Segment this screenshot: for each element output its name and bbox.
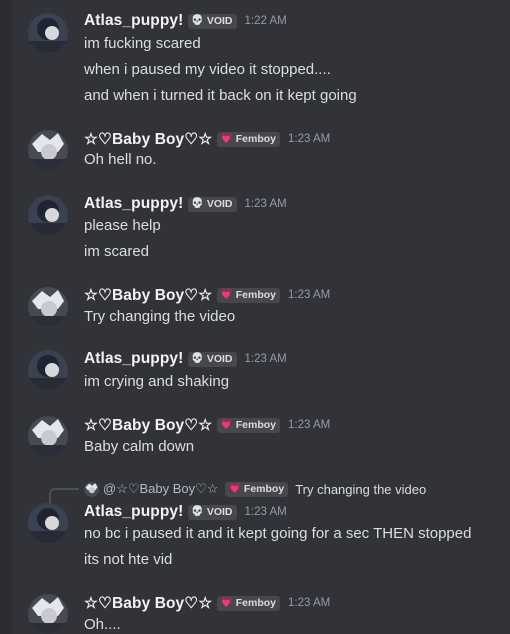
role-tag-label: VOID [206, 353, 233, 365]
message-list: Atlas_puppy! 💀 VOID 1:22 AM im fucking sc… [12, 0, 510, 634]
username[interactable]: Atlas_puppy! [84, 503, 183, 521]
avatar-atlas[interactable] [28, 13, 68, 53]
message-text: Oh.... [84, 616, 121, 633]
avatar-baby[interactable] [28, 416, 68, 456]
role-tag: 💀 VOID [188, 351, 237, 367]
role-tag: 💗 Femboy [217, 417, 280, 433]
message-text: im crying and shaking [84, 373, 230, 390]
avatar-atlas[interactable] [28, 350, 68, 390]
timestamp[interactable]: 1:22 AM [245, 15, 287, 27]
timestamp[interactable]: 1:23 AM [288, 419, 330, 431]
username[interactable]: Atlas_puppy! [84, 350, 183, 368]
reply-spine [49, 488, 79, 504]
role-tag-label: Femboy [235, 597, 276, 609]
channel-sidebar-edge [0, 0, 12, 634]
username[interactable]: Atlas_puppy! [84, 195, 183, 213]
reply-preview[interactable]: @☆♡Baby Boy♡☆ 💗 Femboy Try changing the v… [84, 480, 426, 498]
role-tag-label: Femboy [235, 419, 276, 431]
reply-avatar [84, 481, 99, 497]
timestamp[interactable]: 1:23 AM [288, 289, 330, 301]
role-tag: 💗 Femboy [217, 595, 280, 611]
username[interactable]: ☆♡Baby Boy♡☆ [84, 416, 212, 435]
skull-icon: 💀 [191, 198, 204, 209]
avatar-baby[interactable] [28, 130, 68, 170]
message-text: im fucking scared [84, 35, 201, 52]
skull-icon: 💀 [191, 15, 204, 26]
timestamp[interactable]: 1:23 AM [288, 133, 330, 145]
message-text: Try changing the video [84, 308, 236, 325]
timestamp[interactable]: 1:23 AM [288, 597, 330, 609]
role-tag-label: VOID [206, 506, 233, 518]
message-text: its not hte vid [84, 551, 173, 568]
role-tag: 💀 VOID [188, 196, 237, 212]
avatar-atlas[interactable] [28, 503, 68, 543]
timestamp[interactable]: 1:23 AM [245, 198, 287, 210]
username[interactable]: ☆♡Baby Boy♡☆ [84, 130, 212, 149]
timestamp[interactable]: 1:23 AM [245, 506, 287, 518]
avatar-baby[interactable] [28, 594, 68, 634]
heart-icon: 💗 [220, 597, 233, 608]
message-text: no bc i paused it and it kept going for … [84, 525, 472, 542]
role-tag-label: VOID [206, 15, 233, 27]
message-text: im scared [84, 243, 150, 260]
role-tag: 💀 VOID [188, 504, 237, 520]
role-tag: 💗 Femboy [217, 287, 280, 303]
username[interactable]: ☆♡Baby Boy♡☆ [84, 286, 212, 305]
username[interactable]: ☆♡Baby Boy♡☆ [84, 594, 212, 613]
role-tag: 💗 Femboy [225, 481, 289, 497]
avatar-baby[interactable] [28, 287, 68, 327]
heart-icon: 💗 [220, 133, 233, 144]
heart-icon: 💗 [220, 289, 233, 300]
role-tag-label: Femboy [243, 483, 285, 495]
skull-icon: 💀 [191, 506, 204, 517]
role-tag-label: Femboy [235, 133, 276, 145]
username[interactable]: Atlas_puppy! [84, 12, 183, 30]
timestamp[interactable]: 1:23 AM [245, 353, 287, 365]
reply-text: Try changing the video [295, 481, 427, 497]
message-text: and when i turned it back on it kept goi… [84, 87, 357, 104]
message-text: please help [84, 217, 161, 234]
role-tag-label: VOID [206, 198, 233, 210]
role-tag: 💗 Femboy [217, 131, 280, 147]
message-text: Oh hell no. [84, 151, 157, 168]
heart-icon: 💗 [220, 419, 233, 430]
heart-icon: 💗 [228, 483, 241, 494]
avatar-atlas[interactable] [28, 195, 68, 235]
role-tag: 💀 VOID [188, 13, 237, 29]
message-text: Baby calm down [84, 438, 195, 455]
reply-mention[interactable]: @☆♡Baby Boy♡☆ [103, 481, 218, 497]
role-tag-label: Femboy [235, 289, 276, 301]
skull-icon: 💀 [191, 353, 204, 364]
message-text: when i paused my video it stopped.... [84, 61, 331, 78]
